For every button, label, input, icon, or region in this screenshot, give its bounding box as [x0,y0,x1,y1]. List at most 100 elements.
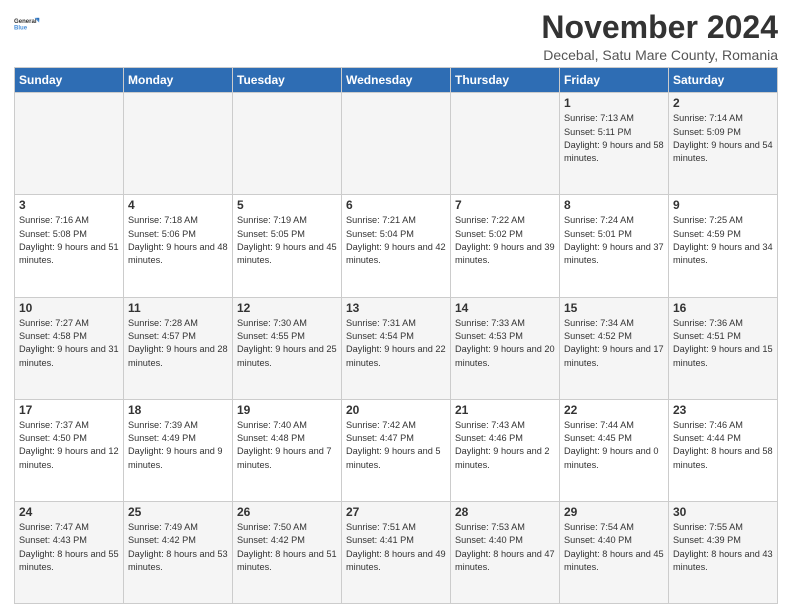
day-number: 10 [19,301,119,315]
day-info: Sunrise: 7:47 AMSunset: 4:43 PMDaylight:… [19,521,119,574]
day-info: Sunrise: 7:55 AMSunset: 4:39 PMDaylight:… [673,521,773,574]
day-info: Sunrise: 7:25 AMSunset: 4:59 PMDaylight:… [673,214,773,267]
calendar-cell: 5Sunrise: 7:19 AMSunset: 5:05 PMDaylight… [233,195,342,297]
calendar-page: GeneralBlue November 2024 Decebal, Satu … [0,0,792,612]
day-info: Sunrise: 7:19 AMSunset: 5:05 PMDaylight:… [237,214,337,267]
col-header-friday: Friday [560,68,669,93]
day-number: 4 [128,198,228,212]
col-header-saturday: Saturday [669,68,778,93]
calendar-cell: 12Sunrise: 7:30 AMSunset: 4:55 PMDayligh… [233,297,342,399]
day-info: Sunrise: 7:50 AMSunset: 4:42 PMDaylight:… [237,521,337,574]
day-info: Sunrise: 7:39 AMSunset: 4:49 PMDaylight:… [128,419,228,472]
calendar-cell: 22 Sunrise: 7:44 AMSunset: 4:45 PMDayligh… [560,399,669,501]
day-number: 24 [19,505,119,519]
day-info: Sunrise: 7:43 AMSunset: 4:46 PMDaylight:… [455,419,555,472]
day-number: 30 [673,505,773,519]
day-info: Sunrise: 7:37 AMSunset: 4:50 PMDaylight:… [19,419,119,472]
header-row: SundayMondayTuesdayWednesdayThursdayFrid… [15,68,778,93]
day-info: Sunrise: 7:34 AMSunset: 4:52 PMDaylight:… [564,317,664,370]
calendar-cell: 15 Sunrise: 7:34 AMSunset: 4:52 PMDayligh… [560,297,669,399]
calendar-cell: 2 Sunrise: 7:14 AMSunset: 5:09 PMDaylight… [669,93,778,195]
day-info: Sunrise: 7:24 AMSunset: 5:01 PMDaylight:… [564,214,664,267]
col-header-tuesday: Tuesday [233,68,342,93]
day-number: 22 [564,403,664,417]
day-info: Sunrise: 7:44 AMSunset: 4:45 PMDaylight:… [564,419,664,472]
logo-icon: GeneralBlue [14,10,42,38]
calendar-cell: 1 Sunrise: 7:13 AMSunset: 5:11 PMDaylight… [560,93,669,195]
col-header-monday: Monday [124,68,233,93]
day-number: 18 [128,403,228,417]
day-number: 14 [455,301,555,315]
day-number: 27 [346,505,446,519]
day-number: 1 [564,96,664,110]
day-info: Sunrise: 7:33 AMSunset: 4:53 PMDaylight:… [455,317,555,370]
week-row-4: 17 Sunrise: 7:37 AMSunset: 4:50 PMDayligh… [15,399,778,501]
main-title: November 2024 [541,10,778,45]
day-number: 26 [237,505,337,519]
calendar-table: SundayMondayTuesdayWednesdayThursdayFrid… [14,67,778,604]
week-row-1: 1 Sunrise: 7:13 AMSunset: 5:11 PMDaylight… [15,93,778,195]
calendar-cell: 13 Sunrise: 7:31 AMSunset: 4:54 PMDayligh… [342,297,451,399]
calendar-cell: 20 Sunrise: 7:42 AMSunset: 4:47 PMDayligh… [342,399,451,501]
calendar-cell [124,93,233,195]
col-header-wednesday: Wednesday [342,68,451,93]
week-row-3: 10 Sunrise: 7:27 AMSunset: 4:58 PMDayligh… [15,297,778,399]
day-number: 13 [346,301,446,315]
day-number: 20 [346,403,446,417]
calendar-cell: 4 Sunrise: 7:18 AMSunset: 5:06 PMDaylight… [124,195,233,297]
calendar-cell: 8 Sunrise: 7:24 AMSunset: 5:01 PMDaylight… [560,195,669,297]
week-row-5: 24 Sunrise: 7:47 AMSunset: 4:43 PMDayligh… [15,501,778,603]
col-header-sunday: Sunday [15,68,124,93]
day-info: Sunrise: 7:14 AMSunset: 5:09 PMDaylight:… [673,112,773,165]
day-info: Sunrise: 7:51 AMSunset: 4:41 PMDaylight:… [346,521,446,574]
day-number: 9 [673,198,773,212]
day-info: Sunrise: 7:28 AMSunset: 4:57 PMDaylight:… [128,317,228,370]
calendar-cell: 17 Sunrise: 7:37 AMSunset: 4:50 PMDayligh… [15,399,124,501]
day-info: Sunrise: 7:53 AMSunset: 4:40 PMDaylight:… [455,521,555,574]
day-info: Sunrise: 7:46 AMSunset: 4:44 PMDaylight:… [673,419,773,472]
calendar-cell [233,93,342,195]
calendar-cell: 21 Sunrise: 7:43 AMSunset: 4:46 PMDayligh… [451,399,560,501]
day-number: 6 [346,198,446,212]
week-row-2: 3Sunrise: 7:16 AMSunset: 5:08 PMDaylight… [15,195,778,297]
calendar-cell: 28 Sunrise: 7:53 AMSunset: 4:40 PMDayligh… [451,501,560,603]
calendar-cell [342,93,451,195]
subtitle: Decebal, Satu Mare County, Romania [541,47,778,63]
day-number: 8 [564,198,664,212]
day-number: 21 [455,403,555,417]
calendar-cell: 19Sunrise: 7:40 AMSunset: 4:48 PMDayligh… [233,399,342,501]
day-info: Sunrise: 7:31 AMSunset: 4:54 PMDaylight:… [346,317,446,370]
day-number: 2 [673,96,773,110]
day-number: 7 [455,198,555,212]
day-number: 25 [128,505,228,519]
calendar-cell: 7 Sunrise: 7:22 AMSunset: 5:02 PMDaylight… [451,195,560,297]
day-number: 11 [128,301,228,315]
svg-text:Blue: Blue [14,26,28,32]
calendar-cell [15,93,124,195]
col-header-thursday: Thursday [451,68,560,93]
day-info: Sunrise: 7:40 AMSunset: 4:48 PMDaylight:… [237,419,337,472]
day-info: Sunrise: 7:49 AMSunset: 4:42 PMDaylight:… [128,521,228,574]
day-number: 15 [564,301,664,315]
day-number: 16 [673,301,773,315]
title-block: November 2024 Decebal, Satu Mare County,… [541,10,778,63]
day-number: 29 [564,505,664,519]
calendar-cell: 25 Sunrise: 7:49 AMSunset: 4:42 PMDayligh… [124,501,233,603]
header: GeneralBlue November 2024 Decebal, Satu … [14,10,778,63]
calendar-cell: 3Sunrise: 7:16 AMSunset: 5:08 PMDaylight… [15,195,124,297]
calendar-cell: 18 Sunrise: 7:39 AMSunset: 4:49 PMDayligh… [124,399,233,501]
day-info: Sunrise: 7:27 AMSunset: 4:58 PMDaylight:… [19,317,119,370]
day-info: Sunrise: 7:18 AMSunset: 5:06 PMDaylight:… [128,214,228,267]
day-info: Sunrise: 7:21 AMSunset: 5:04 PMDaylight:… [346,214,446,267]
day-number: 17 [19,403,119,417]
calendar-cell: 11 Sunrise: 7:28 AMSunset: 4:57 PMDayligh… [124,297,233,399]
day-number: 28 [455,505,555,519]
day-info: Sunrise: 7:42 AMSunset: 4:47 PMDaylight:… [346,419,446,472]
calendar-cell: 27 Sunrise: 7:51 AMSunset: 4:41 PMDayligh… [342,501,451,603]
calendar-cell: 9 Sunrise: 7:25 AMSunset: 4:59 PMDaylight… [669,195,778,297]
day-number: 3 [19,198,119,212]
calendar-cell: 24 Sunrise: 7:47 AMSunset: 4:43 PMDayligh… [15,501,124,603]
day-info: Sunrise: 7:22 AMSunset: 5:02 PMDaylight:… [455,214,555,267]
day-info: Sunrise: 7:30 AMSunset: 4:55 PMDaylight:… [237,317,337,370]
day-info: Sunrise: 7:13 AMSunset: 5:11 PMDaylight:… [564,112,664,165]
